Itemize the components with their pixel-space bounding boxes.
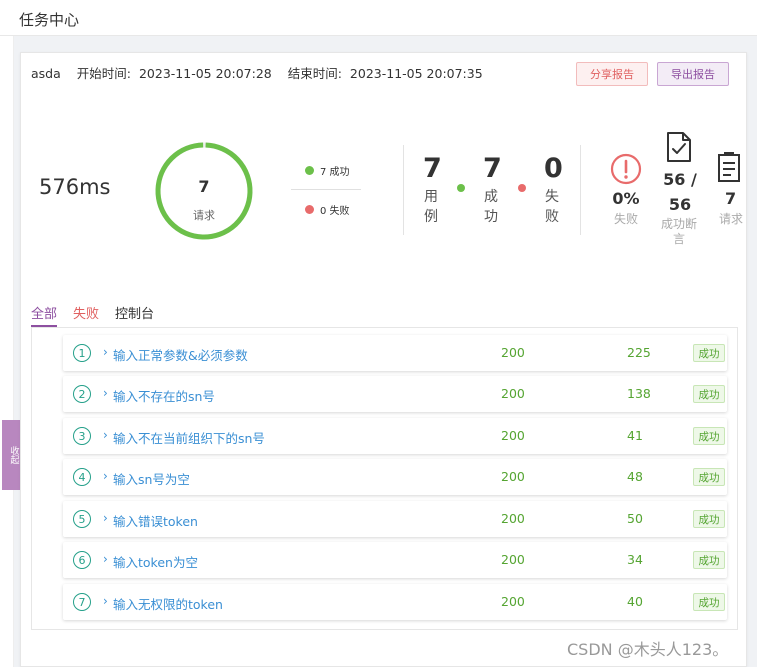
assert-label: 成功断言 — [660, 217, 697, 246]
duration: 576ms — [39, 175, 111, 199]
start-time-label: 开始时间: — [76, 66, 131, 81]
side-strip — [0, 36, 14, 667]
fail-dot — [305, 205, 314, 214]
response-time: 34 — [627, 552, 643, 567]
chevron-right-icon: › — [103, 469, 108, 483]
row-index: 3 — [73, 427, 91, 445]
row-index: 4 — [73, 468, 91, 486]
row-index: 2 — [73, 385, 91, 403]
chevron-right-icon: › — [103, 511, 108, 525]
row-index: 5 — [73, 510, 91, 528]
fail-legend-text: 0 失败 — [320, 206, 350, 217]
alert-circle-icon — [610, 153, 642, 185]
table-row[interactable]: 3 › 输入不在当前组织下的sn号 200 41 成功 — [63, 418, 727, 454]
row-index: 1 — [73, 344, 91, 362]
table-row[interactable]: 7 › 输入无权限的token 200 40 成功 — [63, 584, 727, 620]
tab-all[interactable]: 全部 — [31, 303, 58, 327]
tab-failed[interactable]: 失败 — [73, 303, 99, 327]
status-badge: 成功 — [693, 510, 725, 528]
cases-label: 用例 — [424, 189, 438, 225]
result-tabs: 全部 失败 控制台 — [31, 303, 170, 327]
table-row[interactable]: 5 › 输入错误token 200 50 成功 — [63, 501, 727, 537]
status-badge: 成功 — [693, 344, 725, 362]
cases-count: 7 — [423, 153, 442, 184]
end-time-label: 结束时间: — [287, 66, 342, 81]
legend-success: 7 成功 — [291, 163, 350, 178]
response-time: 40 — [627, 594, 643, 609]
report-panel: asda 开始时间: 2023-11-05 20:07:28 结束时间: 202… — [20, 52, 747, 667]
status-badge: 成功 — [693, 427, 725, 445]
share-report-button[interactable]: 分享报告 — [576, 62, 648, 86]
legend-fail: 0 失败 — [291, 202, 350, 217]
success-dot — [305, 166, 314, 175]
legend-divider — [291, 189, 361, 190]
success-label: 成功 — [484, 189, 498, 225]
status-code: 200 — [501, 386, 525, 401]
success-legend-text: 7 成功 — [320, 167, 350, 178]
chevron-right-icon: › — [103, 345, 108, 359]
row-index: 7 — [73, 593, 91, 611]
watermark: CSDN @木头人123。 — [567, 640, 729, 659]
report-info: asda 开始时间: 2023-11-05 20:07:28 结束时间: 202… — [31, 63, 487, 82]
case-name: 输入不存在的sn号 — [113, 389, 215, 404]
fail-dot — [518, 184, 526, 192]
divider — [403, 145, 404, 235]
table-row[interactable]: 2 › 输入不存在的sn号 200 138 成功 — [63, 376, 727, 412]
case-name: 输入无权限的token — [113, 597, 223, 612]
top-bar: 任务中心 — [0, 0, 757, 36]
document-check-icon — [667, 132, 691, 162]
response-time: 138 — [627, 386, 651, 401]
table-row[interactable]: 1 › 输入正常参数&必须参数 200 225 成功 — [63, 335, 727, 371]
case-name: 输入token为空 — [113, 555, 198, 570]
response-time: 48 — [627, 469, 643, 484]
fail-rate-label: 失败 — [613, 212, 638, 226]
status-code: 200 — [501, 511, 525, 526]
page-title: 任务中心 — [19, 11, 80, 29]
response-time: 225 — [627, 345, 651, 360]
case-name: 输入错误token — [113, 514, 198, 529]
requests-stat-value: 7 — [725, 189, 737, 208]
case-name: 输入正常参数&必须参数 — [113, 348, 248, 363]
status-code: 200 — [501, 552, 525, 567]
response-time: 50 — [627, 511, 643, 526]
status-code: 200 — [501, 594, 525, 609]
report-name: asda — [31, 66, 61, 81]
requests-stat-label: 请求 — [719, 212, 744, 226]
list-document-icon — [718, 152, 740, 182]
status-code: 200 — [501, 469, 525, 484]
fail-label: 失败 — [545, 189, 559, 225]
case-name: 输入不在当前组织下的sn号 — [113, 431, 265, 446]
status-code: 200 — [501, 428, 525, 443]
fail-count: 0 — [544, 153, 563, 184]
status-badge: 成功 — [693, 593, 725, 611]
row-index: 6 — [73, 551, 91, 569]
status-badge: 成功 — [693, 468, 725, 486]
divider — [580, 145, 581, 235]
export-report-button[interactable]: 导出报告 — [657, 62, 729, 86]
table-row[interactable]: 6 › 输入token为空 200 34 成功 — [63, 542, 727, 578]
table-row[interactable]: 4 › 输入sn号为空 200 48 成功 — [63, 459, 727, 495]
tab-console[interactable]: 控制台 — [115, 303, 154, 327]
requests-count: 7 — [198, 177, 210, 196]
chevron-right-icon: › — [103, 552, 108, 566]
status-badge: 成功 — [693, 385, 725, 403]
success-count: 7 — [483, 153, 502, 184]
status-badge: 成功 — [693, 551, 725, 569]
fail-rate: 0% — [612, 189, 640, 208]
chevron-right-icon: › — [103, 428, 108, 442]
requests-label: 请求 — [193, 209, 215, 222]
chevron-right-icon: › — [103, 386, 108, 400]
status-code: 200 — [501, 345, 525, 360]
assert-value: 56 / 56 — [663, 170, 697, 214]
success-dot — [457, 184, 465, 192]
response-time: 41 — [627, 428, 643, 443]
case-name: 输入sn号为空 — [113, 472, 190, 487]
chevron-right-icon: › — [103, 594, 108, 608]
start-time: 2023-11-05 20:07:28 — [138, 66, 272, 81]
end-time: 2023-11-05 20:07:35 — [349, 66, 483, 81]
